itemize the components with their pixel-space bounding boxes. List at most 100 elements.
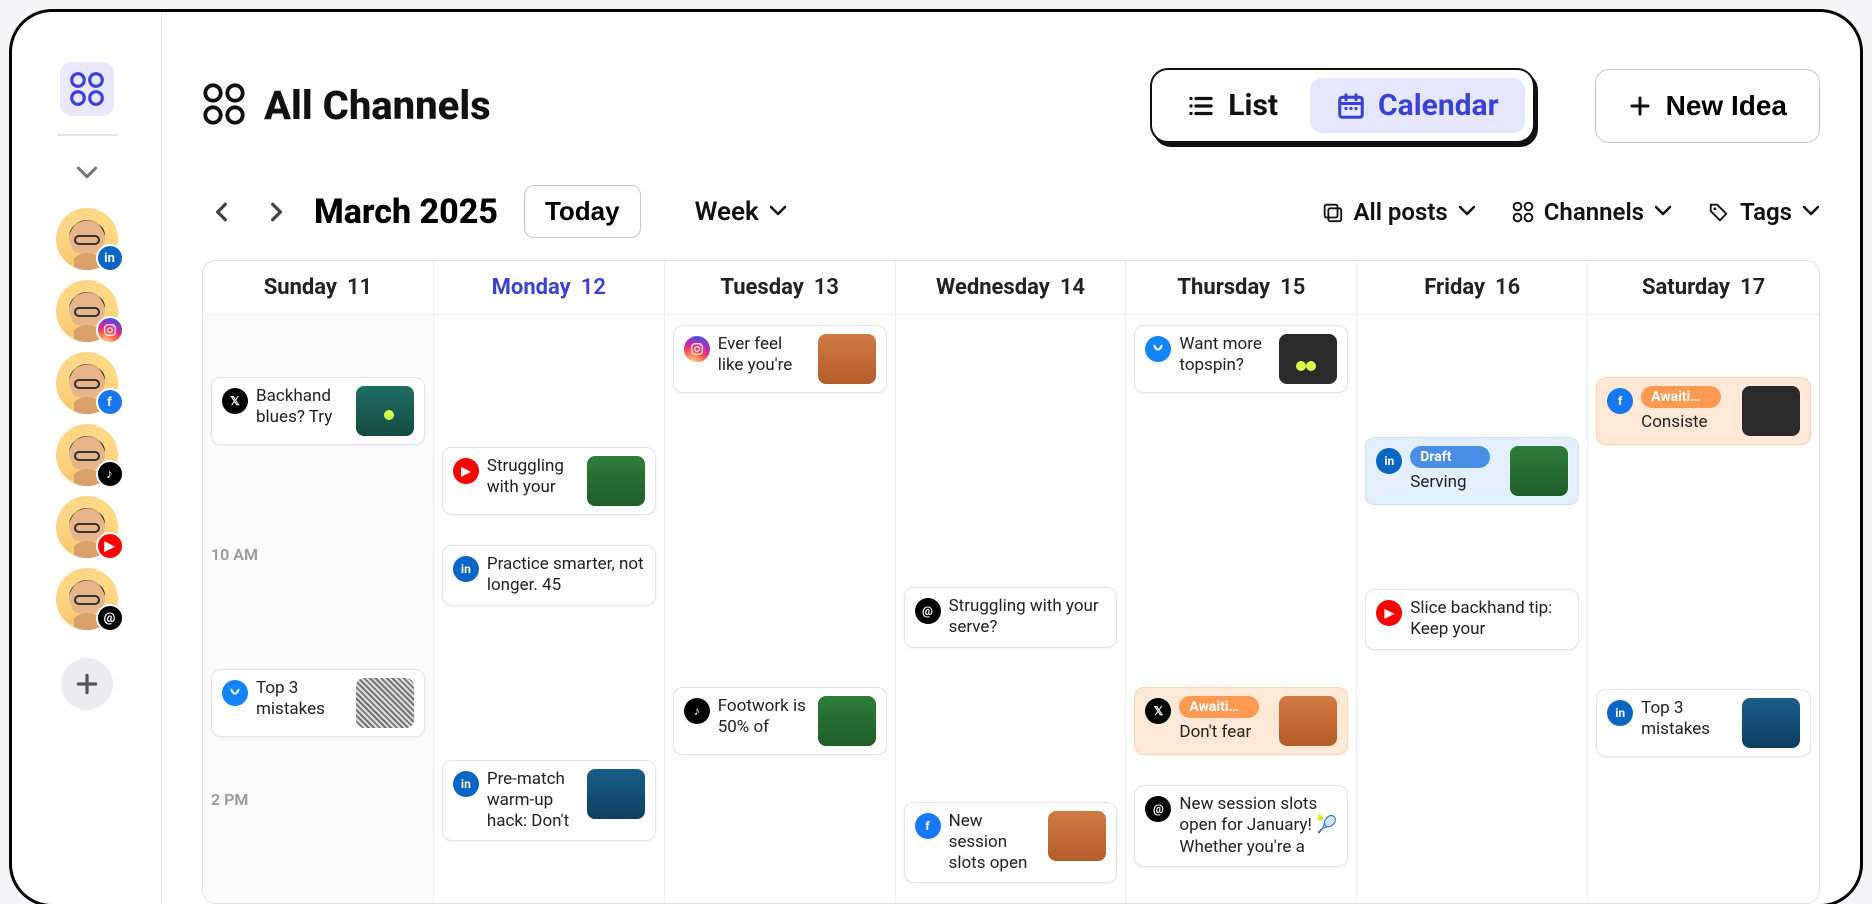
sidebar: in f ♪ ▶ @ [12,12,162,904]
view-calendar-button[interactable]: Calendar [1310,78,1525,133]
post-card[interactable]: in Pre-match warm-up hack: Don't [442,760,656,842]
header: All Channels List Calendar New Idea [202,12,1820,143]
channel-avatar-linkedin[interactable]: in [56,208,118,270]
post-card[interactable]: @ New session slots open for January! 🎾 … [1134,785,1348,867]
next-period-button[interactable] [256,192,296,232]
sidebar-collapse-toggle[interactable] [68,154,106,196]
threads-icon: @ [96,604,124,632]
youtube-icon: ▶ [96,532,124,560]
channel-avatar-threads[interactable]: @ [56,568,118,630]
view-list-button[interactable]: List [1160,78,1304,133]
day-header[interactable]: Wednesday14 [896,261,1127,315]
range-select[interactable]: Week [681,187,801,237]
channels-icon [1512,201,1534,223]
channels-icon [202,82,246,130]
linkedin-icon: in [453,556,479,582]
app-logo[interactable] [60,62,114,116]
day-col-saturday[interactable]: f Awaiti… Consiste in Top 3 mistakes [1588,315,1819,904]
day-header[interactable]: Tuesday13 [665,261,896,315]
filter-channels[interactable]: Channels [1512,198,1672,226]
post-card[interactable]: ▶ Slice backhand tip: Keep your [1365,589,1579,650]
post-thumbnail [1048,811,1106,861]
month-label: March 2025 [314,192,498,232]
post-card[interactable]: Top 3 mistakes [211,669,425,737]
linkedin-icon: in [1376,448,1402,474]
post-card[interactable]: in Practice smarter, not longer. 45 [442,545,656,606]
x-icon: 𝕏 [222,388,248,414]
add-channel-button[interactable] [61,658,113,710]
post-thumbnail [587,769,645,819]
day-col-wednesday[interactable]: @ Struggling with your serve? f New sess… [896,315,1127,904]
post-card[interactable]: ▶ Struggling with your [442,447,656,515]
calendar-icon [1336,91,1366,121]
tag-icon [1708,201,1730,223]
channel-avatar-instagram[interactable] [56,280,118,342]
filter-tags[interactable]: Tags [1708,198,1820,226]
bluesky-icon [1145,336,1171,362]
day-col-tuesday[interactable]: Ever feel like you're ♪ Footwork is 50% … [665,315,896,904]
instagram-icon [96,316,124,344]
day-col-monday[interactable]: ▶ Struggling with your in Practice smart… [434,315,665,904]
view-toggle: List Calendar [1150,68,1534,143]
divider [57,134,117,136]
post-card[interactable]: 𝕏 Backhand blues? Try [211,377,425,445]
list-icon [1186,91,1216,121]
day-header[interactable]: Monday12 [434,261,665,315]
post-thumbnail [587,456,645,506]
filter-posts[interactable]: All posts [1321,198,1475,226]
post-card[interactable]: 𝕏 Awaiti… Don't fear [1134,687,1348,755]
day-header[interactable]: Sunday11 [203,261,434,315]
day-header[interactable]: Friday16 [1357,261,1588,315]
calendar-body: 10 AM 2 PM 𝕏 Backhand blues? Try Top 3 m… [203,315,1819,904]
post-thumbnail [1742,698,1800,748]
facebook-icon: f [915,813,941,839]
day-col-sunday[interactable]: 10 AM 2 PM 𝕏 Backhand blues? Try Top 3 m… [203,315,434,904]
post-thumbnail [1279,334,1337,384]
status-badge: Draft [1410,446,1490,468]
post-card[interactable]: f New session slots open [904,802,1118,884]
linkedin-icon: in [96,244,124,272]
post-card[interactable]: @ Struggling with your serve? [904,587,1118,648]
posts-icon [1321,201,1343,223]
status-badge: Awaiti… [1179,696,1259,718]
page-title: All Channels [264,82,491,129]
post-thumbnail [1279,696,1337,746]
threads-icon: @ [1145,796,1171,822]
calendar-grid: Sunday11Monday12Tuesday13Wednesday14Thur… [202,260,1820,904]
day-col-thursday[interactable]: Want more topspin? 𝕏 Awaiti… Don't fear [1126,315,1357,904]
x-icon: 𝕏 [1145,698,1171,724]
chevron-down-icon [1458,198,1476,226]
tiktok-icon: ♪ [96,460,124,488]
post-card[interactable]: in Top 3 mistakes [1596,689,1811,757]
facebook-icon: f [1607,388,1633,414]
day-col-friday[interactable]: in Draft Serving ▶ Slice backhand tip: K… [1357,315,1588,904]
youtube-icon: ▶ [453,458,479,484]
tiktok-icon: ♪ [684,698,710,724]
post-card[interactable]: f Awaiti… Consiste [1596,377,1811,445]
today-button[interactable]: Today [524,185,641,238]
post-card[interactable]: in Draft Serving [1365,437,1579,505]
new-idea-button[interactable]: New Idea [1595,69,1820,143]
chevron-down-icon [1654,198,1672,226]
post-card[interactable]: ♪ Footwork is 50% of [673,687,887,755]
post-thumbnail [1742,386,1800,436]
main: All Channels List Calendar New Idea [162,12,1860,904]
time-label: 2 PM [211,790,248,809]
chevron-down-icon [1802,198,1820,226]
day-header[interactable]: Thursday15 [1126,261,1357,315]
post-card[interactable]: Ever feel like you're [673,325,887,393]
channel-avatar-tiktok[interactable]: ♪ [56,424,118,486]
post-card[interactable]: Want more topspin? [1134,325,1348,393]
threads-icon: @ [915,598,941,624]
youtube-icon: ▶ [1376,600,1402,626]
status-badge: Awaiti… [1641,386,1721,408]
instagram-icon [684,336,710,362]
day-header[interactable]: Saturday17 [1588,261,1819,315]
linkedin-icon: in [1607,700,1633,726]
post-thumbnail [356,386,414,436]
bluesky-icon [222,680,248,706]
post-thumbnail [818,696,876,746]
channel-avatar-facebook[interactable]: f [56,352,118,414]
channel-avatar-youtube[interactable]: ▶ [56,496,118,558]
prev-period-button[interactable] [202,192,242,232]
